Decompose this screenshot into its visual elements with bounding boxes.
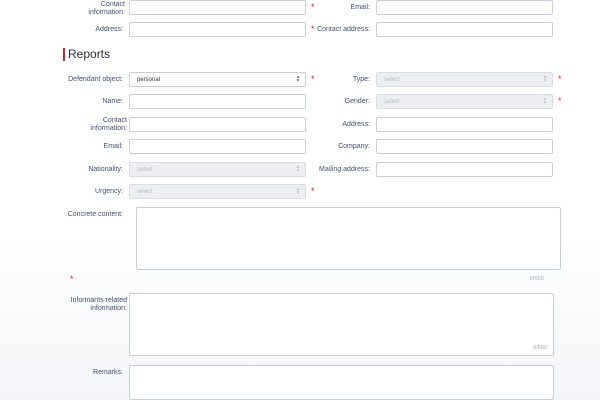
name-label: Name: [102,98,123,105]
contact-information-label: Contact information: [90,117,127,132]
remarks-textarea[interactable] [129,365,554,400]
select-updown-icon: ▲ ▼ [295,186,301,196]
defendant-object-value: personal [137,77,161,83]
informants-related-information-textarea[interactable]: 0/500 [129,293,554,356]
company-label: Company: [338,143,370,150]
required-marker: * [70,274,74,284]
section-accent-bar [63,48,65,61]
concrete-content-char-counter: 0/500 [530,276,544,282]
defendant-object-select[interactable]: personal ▲ ▼ [129,72,306,87]
contact-information-input[interactable] [129,117,306,132]
urgency-label: Urgency: [94,188,123,195]
mailing-address-label: Mailing address: [319,166,370,173]
informants-char-counter: 0/500 [533,345,547,351]
top-email-input[interactable] [376,0,553,15]
address-label: Address: [342,121,370,128]
type-select[interactable]: select ▲ ▼ [376,72,553,87]
top-contact-information-label: Contact information: [88,1,125,16]
urgency-select[interactable]: select ▲ ▼ [129,184,306,199]
type-label: Type: [352,76,370,83]
concrete-content-label: Concrete content: [67,211,123,218]
informants-related-information-label: Informants related information: [70,297,127,312]
gender-select[interactable]: select ▲ ▼ [376,94,553,109]
top-contact-address-label: Contact address: [317,26,370,33]
gender-placeholder: select [384,99,400,105]
top-address-input[interactable] [129,22,306,37]
required-marker: * [311,186,315,196]
defendant-object-label: Defendant object: [68,76,123,83]
select-updown-icon: ▲ ▼ [295,74,301,84]
select-updown-icon: ▲ ▼ [542,74,548,84]
nationality-placeholder: select [137,167,153,173]
address-input[interactable] [376,117,553,132]
company-input[interactable] [376,139,553,154]
email-input[interactable] [129,139,306,154]
top-contact-address-input[interactable] [376,22,553,37]
top-contact-information-input[interactable] [129,0,306,15]
mailing-address-input[interactable] [376,162,553,177]
remarks-label: Remarks: [93,369,123,376]
nationality-select[interactable]: select ▲ ▼ [129,162,306,177]
gender-label: Gender: [344,98,370,105]
required-marker: * [558,96,562,106]
email-label: Email: [103,143,123,150]
select-updown-icon: ▲ ▼ [542,96,548,106]
type-placeholder: select [384,77,400,83]
top-email-label: Email: [350,4,370,11]
required-marker: * [558,74,562,84]
urgency-placeholder: select [137,189,153,195]
nationality-label: Nationality: [88,166,123,173]
name-input[interactable] [129,94,306,109]
reports-section-title: Reports [68,47,111,61]
concrete-content-textarea[interactable] [136,207,561,270]
top-address-label: Address: [95,26,123,33]
